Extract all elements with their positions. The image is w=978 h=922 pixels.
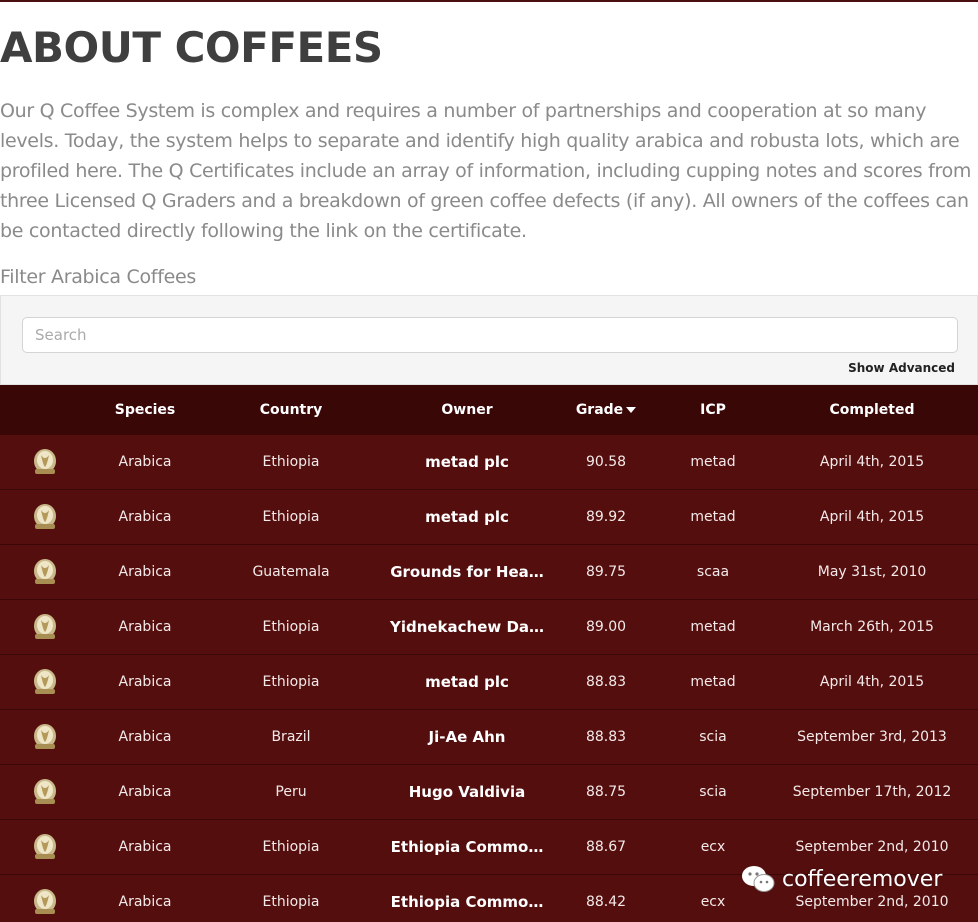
table-row[interactable]: Arabica Ethiopia metad plc 89.92 metad April … [0,490,978,545]
cell-grade: 89.75 [585,564,627,580]
cell-completed: September 17th, 2012 [792,784,952,800]
header-owner[interactable]: Owner [382,402,552,418]
cell-country: Guatemala [252,564,330,580]
cell-owner-link[interactable]: metad plc [382,673,552,691]
cell-owner-link[interactable]: metad plc [382,453,552,471]
cell-completed: April 4th, 2015 [819,454,925,470]
cell-country: Ethiopia [262,509,320,525]
header-icp[interactable]: ICP [660,402,766,418]
cell-species: Arabica [118,894,172,910]
table-row[interactable]: Arabica Ethiopia metad plc 90.58 metad April … [0,435,978,490]
page-title: ABOUT COFFEES [0,23,383,72]
watermark-text: coffeeremover [782,866,943,892]
cell-country: Peru [275,784,307,800]
header-country[interactable]: Country [200,402,382,418]
cell-grade: 89.00 [585,619,627,635]
cell-completed: April 4th, 2015 [819,674,925,690]
cell-species: Arabica [118,619,172,635]
cell-icp: metad [690,619,736,635]
arabica-badge-icon [32,612,58,642]
header-completed[interactable]: Completed [766,402,978,418]
cell-owner-link[interactable]: Ji-Ae Ahn [382,728,552,746]
cell-country: Ethiopia [262,454,320,470]
cell-country: Brazil [271,729,311,745]
table-row[interactable]: Arabica Peru Hugo Valdivia 88.75 scia Septemb… [0,765,978,820]
cell-completed: September 2nd, 2010 [795,839,949,855]
cell-species: Arabica [118,784,172,800]
cell-completed: May 31st, 2010 [817,564,927,580]
filter-label: Filter Arabica Coffees [0,266,196,288]
header-grade[interactable]: Grade [552,402,660,418]
cell-grade: 88.83 [585,729,627,745]
watermark: coffeeremover [740,864,942,894]
cell-owner-link[interactable]: metad plc [382,508,552,526]
show-advanced-link[interactable]: Show Advanced [848,361,955,375]
cell-grade: 90.58 [585,454,627,470]
cell-species: Arabica [118,564,172,580]
cell-icp: metad [690,674,736,690]
cell-icp: scaa [696,564,730,580]
cell-species: Arabica [118,674,172,690]
arabica-badge-icon [32,557,58,587]
cell-country: Ethiopia [262,674,320,690]
table-row[interactable]: Arabica Ethiopia metad plc 88.83 metad April … [0,655,978,710]
cell-species: Arabica [118,509,172,525]
table-row[interactable]: Arabica Ethiopia Yidnekachew Da… 89.00 metad… [0,600,978,655]
table-body: Arabica Ethiopia metad plc 90.58 metad April … [0,435,978,922]
cell-owner-link[interactable]: Grounds for Hea… [382,563,552,581]
cell-species: Arabica [118,729,172,745]
cell-icp: scia [699,729,727,745]
arabica-badge-icon [32,502,58,532]
cell-grade: 88.75 [585,784,627,800]
cell-icp: ecx [700,894,726,910]
cell-grade: 88.67 [585,839,627,855]
cell-country: Ethiopia [262,894,320,910]
cell-owner-link[interactable]: Hugo Valdivia [382,783,552,801]
cell-completed: April 4th, 2015 [819,509,925,525]
cell-icp: metad [690,454,736,470]
cell-country: Ethiopia [262,619,320,635]
arabica-badge-icon [32,887,58,917]
arabica-badge-icon [32,667,58,697]
top-divider [0,0,978,2]
cell-icp: metad [690,509,736,525]
cell-grade: 88.83 [585,674,627,690]
cell-owner-link[interactable]: Ethiopia Commo… [382,838,552,856]
header-species[interactable]: Species [90,402,200,418]
cell-grade: 88.42 [585,894,627,910]
table-row[interactable]: Arabica Brazil Ji-Ae Ahn 88.83 scia September… [0,710,978,765]
table-header: Species Country Owner Grade ICP Complete… [0,385,978,435]
cell-species: Arabica [118,454,172,470]
arabica-badge-icon [32,447,58,477]
search-input[interactable] [22,317,958,353]
filter-panel: Show Advanced [0,295,978,385]
header-grade-label: Grade [575,402,624,418]
arabica-badge-icon [32,777,58,807]
arabica-badge-icon [32,722,58,752]
cell-country: Ethiopia [262,839,320,855]
coffee-table: Species Country Owner Grade ICP Complete… [0,385,978,922]
cell-completed: September 3rd, 2013 [797,729,947,745]
wechat-icon [742,866,775,892]
cell-icp: scia [699,784,727,800]
table-row[interactable]: Arabica Guatemala Grounds for Hea… 89.75 sca… [0,545,978,600]
intro-paragraph: Our Q Coffee System is complex and requi… [0,100,972,242]
cell-completed: September 2nd, 2010 [795,894,949,910]
cell-grade: 89.92 [585,509,627,525]
sort-desc-icon [626,407,637,413]
cell-completed: March 26th, 2015 [810,619,934,635]
arabica-badge-icon [32,832,58,862]
cell-owner-link[interactable]: Yidnekachew Da… [382,618,552,636]
cell-species: Arabica [118,839,172,855]
cell-owner-link[interactable]: Ethiopia Commo… [382,893,552,911]
cell-icp: ecx [700,839,726,855]
